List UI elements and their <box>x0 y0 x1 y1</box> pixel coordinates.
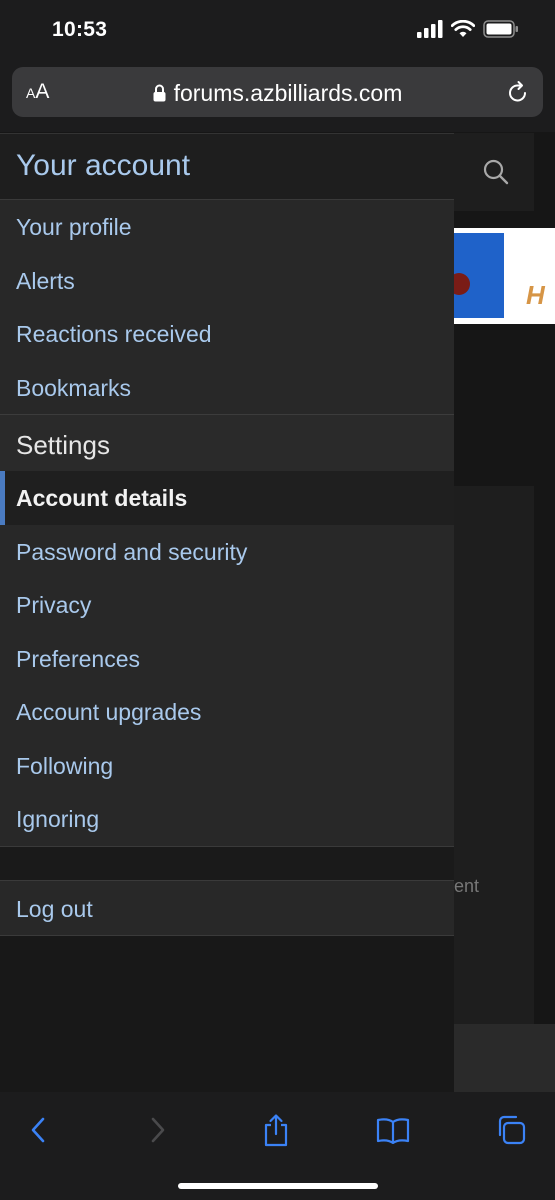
url-display[interactable]: forums.azbilliards.com <box>12 80 543 108</box>
reload-icon[interactable] <box>507 80 529 109</box>
menu-item-account-upgrades[interactable]: Account upgrades <box>0 685 454 739</box>
menu-item-alerts[interactable]: Alerts <box>0 254 454 308</box>
banner-image <box>448 233 504 318</box>
back-icon[interactable] <box>18 1110 58 1150</box>
status-time: 10:53 <box>52 18 108 41</box>
address-bar[interactable]: AA forums.azbilliards.com <box>12 67 543 117</box>
lock-icon <box>153 81 166 108</box>
account-links: Your profile Alerts Reactions received B… <box>0 200 454 414</box>
account-menu: Your account Your profile Alerts Reactio… <box>0 133 454 1093</box>
menu-item-your-profile[interactable]: Your profile <box>0 200 454 254</box>
page-partial-text: ent <box>454 876 480 896</box>
settings-links: Account details Password and security Pr… <box>0 471 454 847</box>
menu-item-reactions-received[interactable]: Reactions received <box>0 307 454 361</box>
logout-button[interactable]: Log out <box>0 879 454 936</box>
tabs-icon[interactable] <box>491 1110 531 1150</box>
forward-icon[interactable] <box>138 1110 178 1150</box>
search-icon[interactable] <box>482 158 510 191</box>
banner-text: H <box>526 280 545 310</box>
menu-item-privacy[interactable]: Privacy <box>0 578 454 632</box>
status-icons <box>417 19 519 43</box>
menu-item-account-details[interactable]: Account details <box>0 471 454 525</box>
menu-item-ignoring[interactable]: Ignoring <box>0 792 454 846</box>
settings-section-title: Settings <box>0 414 454 471</box>
status-bar: 10:53 <box>0 0 555 62</box>
menu-item-following[interactable]: Following <box>0 739 454 793</box>
wifi-icon <box>450 19 476 43</box>
menu-title-bar: Your account <box>0 134 454 200</box>
battery-icon <box>483 19 519 43</box>
menu-item-preferences[interactable]: Preferences <box>0 632 454 686</box>
bookmarks-icon[interactable] <box>373 1110 413 1150</box>
menu-item-bookmarks[interactable]: Bookmarks <box>0 361 454 415</box>
menu-item-password-and-security[interactable]: Password and security <box>0 525 454 579</box>
address-bar-area: AA forums.azbilliards.com <box>0 62 555 132</box>
share-icon[interactable] <box>256 1110 296 1150</box>
page-footer-block <box>454 1024 555 1092</box>
home-indicator <box>178 1183 378 1189</box>
signal-icon <box>417 19 443 43</box>
menu-title[interactable]: Your account <box>16 149 190 183</box>
menu-spacer <box>0 846 454 880</box>
page-content-block <box>454 486 534 1026</box>
ad-banner[interactable]: H <box>448 228 555 324</box>
url-text: forums.azbilliards.com <box>173 80 403 106</box>
